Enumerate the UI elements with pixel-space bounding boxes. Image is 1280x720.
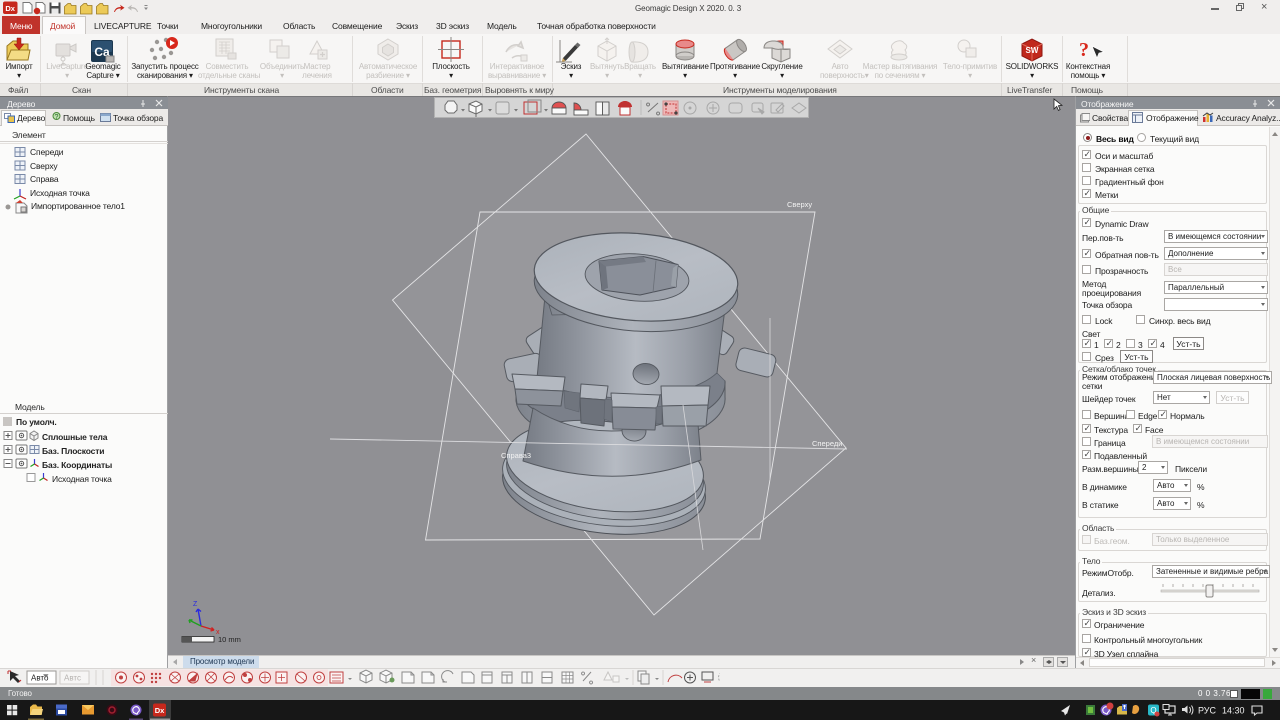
svg-text:Справа3: Справа3 bbox=[501, 451, 531, 460]
svg-text:?: ? bbox=[1079, 39, 1089, 61]
svg-text:Dx: Dx bbox=[5, 4, 15, 13]
svg-text:Спереди: Спереди bbox=[812, 439, 842, 448]
svg-text:10 mm: 10 mm bbox=[218, 635, 241, 644]
svg-text:РУС: РУС bbox=[1198, 706, 1217, 716]
svg-text:?: ? bbox=[55, 114, 59, 121]
svg-text:Z: Z bbox=[193, 601, 198, 608]
svg-text:Автс: Автс bbox=[64, 674, 81, 683]
svg-text:Сверху: Сверху bbox=[787, 200, 812, 209]
svg-text:SW: SW bbox=[1026, 46, 1039, 55]
svg-text:14:30: 14:30 bbox=[1222, 706, 1245, 716]
svg-text:Dx: Dx bbox=[155, 706, 165, 715]
